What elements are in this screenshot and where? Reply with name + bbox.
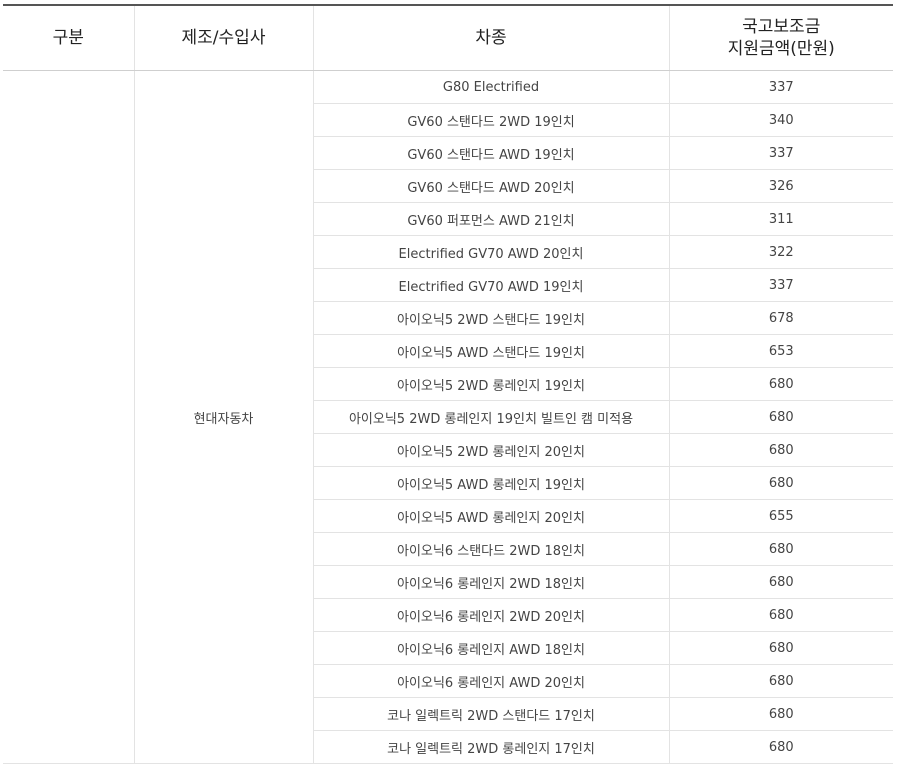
model-cell: GV60 스탠다드 2WD 19인치 — [312, 103, 669, 137]
maker-cell: 현대자동차 — [133, 70, 313, 764]
header-subsidy-line2: 지원금액(만원) — [727, 39, 835, 59]
model-cell: 아이오닉5 AWD 롱레인지 19인치 — [312, 466, 669, 500]
amount-cell: 311 — [668, 202, 893, 236]
model-cell: 아이오닉5 2WD 롱레인지 19인치 — [312, 367, 669, 401]
model-cell: Electrified GV70 AWD 20인치 — [312, 235, 669, 269]
header-category: 구분 — [3, 4, 134, 71]
amount-cell: 337 — [668, 70, 893, 104]
amount-cell: 326 — [668, 169, 893, 203]
model-cell: Electrified GV70 AWD 19인치 — [312, 268, 669, 302]
amount-cell: 680 — [668, 565, 893, 599]
model-cell: 아이오닉5 2WD 롱레인지 19인치 빌트인 캠 미적용 — [312, 400, 669, 434]
model-cell: 아이오닉6 롱레인지 AWD 20인치 — [312, 664, 669, 698]
amount-cell: 655 — [668, 499, 893, 533]
header-subsidy: 국고보조금 지원금액(만원) — [668, 4, 893, 71]
model-cell: 코나 일렉트릭 2WD 스탠다드 17인치 — [312, 697, 669, 731]
amount-cell: 680 — [668, 664, 893, 698]
category-cell — [3, 70, 134, 764]
model-cell: 아이오닉5 2WD 스탠다드 19인치 — [312, 301, 669, 335]
amount-cell: 680 — [668, 631, 893, 665]
amount-cell: 653 — [668, 334, 893, 368]
model-cell: 아이오닉5 AWD 롱레인지 20인치 — [312, 499, 669, 533]
subsidy-table: 구분 제조/수입사 차종 국고보조금 지원금액(만원) 현대자동차 G80 Ele… — [3, 4, 893, 764]
model-cell: 아이오닉5 AWD 스탠다드 19인치 — [312, 334, 669, 368]
amount-cell: 680 — [668, 466, 893, 500]
amount-cell: 322 — [668, 235, 893, 269]
model-cell: GV60 퍼포먼스 AWD 21인치 — [312, 202, 669, 236]
amount-cell: 680 — [668, 532, 893, 566]
amount-cell: 680 — [668, 400, 893, 434]
header-model: 차종 — [312, 4, 669, 71]
amount-cell: 680 — [668, 730, 893, 764]
table-header: 구분 제조/수입사 차종 국고보조금 지원금액(만원) — [3, 4, 893, 71]
model-cell: 아이오닉6 스탠다드 2WD 18인치 — [312, 532, 669, 566]
amount-cell: 680 — [668, 598, 893, 632]
header-row: 구분 제조/수입사 차종 국고보조금 지원금액(만원) — [3, 4, 893, 71]
model-cell: GV60 스탠다드 AWD 19인치 — [312, 136, 669, 170]
model-cell: 아이오닉6 롱레인지 2WD 20인치 — [312, 598, 669, 632]
table-row: 현대자동차 G80 Electrified 337 — [3, 70, 893, 764]
amount-cell: 337 — [668, 136, 893, 170]
amount-cell: 680 — [668, 367, 893, 401]
model-cell: G80 Electrified — [312, 70, 669, 104]
table-body: 현대자동차 G80 Electrified 337 GV60 스탠다드 2WD 19인… — [3, 70, 893, 764]
amount-cell: 680 — [668, 697, 893, 731]
amount-cell: 340 — [668, 103, 893, 137]
header-maker: 제조/수입사 — [133, 4, 313, 71]
amount-cell: 337 — [668, 268, 893, 302]
model-cell: 코나 일렉트릭 2WD 롱레인지 17인치 — [312, 730, 669, 764]
model-cell: GV60 스탠다드 AWD 20인치 — [312, 169, 669, 203]
amount-cell: 680 — [668, 433, 893, 467]
amount-cell: 678 — [668, 301, 893, 335]
model-cell: 아이오닉5 2WD 롱레인지 20인치 — [312, 433, 669, 467]
model-cell: 아이오닉6 롱레인지 2WD 18인치 — [312, 565, 669, 599]
model-cell: 아이오닉6 롱레인지 AWD 18인치 — [312, 631, 669, 665]
header-subsidy-line1: 국고보조금 — [742, 17, 821, 37]
